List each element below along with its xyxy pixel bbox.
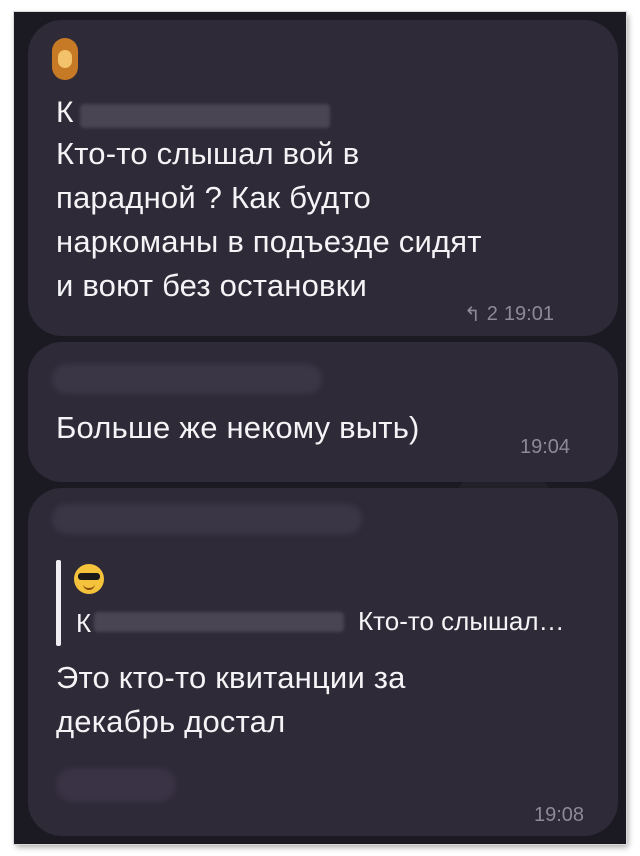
- message-bubble[interactable]: Больше же некому выть) 19:04: [28, 342, 618, 482]
- message-meta: 19:08: [534, 804, 584, 827]
- sender-name-redaction: [52, 504, 362, 534]
- message-meta: ↰ 2 19:01: [464, 302, 554, 327]
- quote-sender-redaction: [94, 612, 344, 632]
- sender-name-redaction: [80, 104, 330, 128]
- chat-screen: К Кто-то слышал вой в парадной ? Как буд…: [14, 12, 626, 844]
- message-time: 19:04: [520, 436, 571, 458]
- message-meta: 19:04: [520, 436, 570, 459]
- reply-count: 2: [486, 303, 498, 325]
- reply-quote-bar: [56, 560, 61, 646]
- reply-arrow-icon: ↰: [464, 304, 481, 326]
- sender-name: К: [56, 96, 74, 129]
- message-text: Это кто-то квитанции за декабрь достал: [56, 660, 406, 739]
- cool-sunglasses-emoji-icon: [74, 564, 104, 594]
- blurred-reaction: [56, 768, 176, 802]
- message-time: 19:08: [534, 804, 585, 826]
- message-text: Кто-то слышал вой в парадной ? Как будто…: [56, 136, 482, 303]
- message-bubble[interactable]: К Кто-то слышал… Это кто-то квитанции за…: [28, 488, 618, 836]
- message-time: 19:01: [503, 303, 554, 325]
- sender-name-redaction: [52, 364, 322, 394]
- emoji-avatar-icon: [52, 38, 78, 80]
- message-text: Больше же некому выть): [56, 410, 420, 445]
- quote-text[interactable]: Кто-то слышал…: [358, 606, 565, 637]
- quote-sender-name: К: [76, 608, 92, 638]
- message-bubble[interactable]: К Кто-то слышал вой в парадной ? Как буд…: [28, 20, 618, 336]
